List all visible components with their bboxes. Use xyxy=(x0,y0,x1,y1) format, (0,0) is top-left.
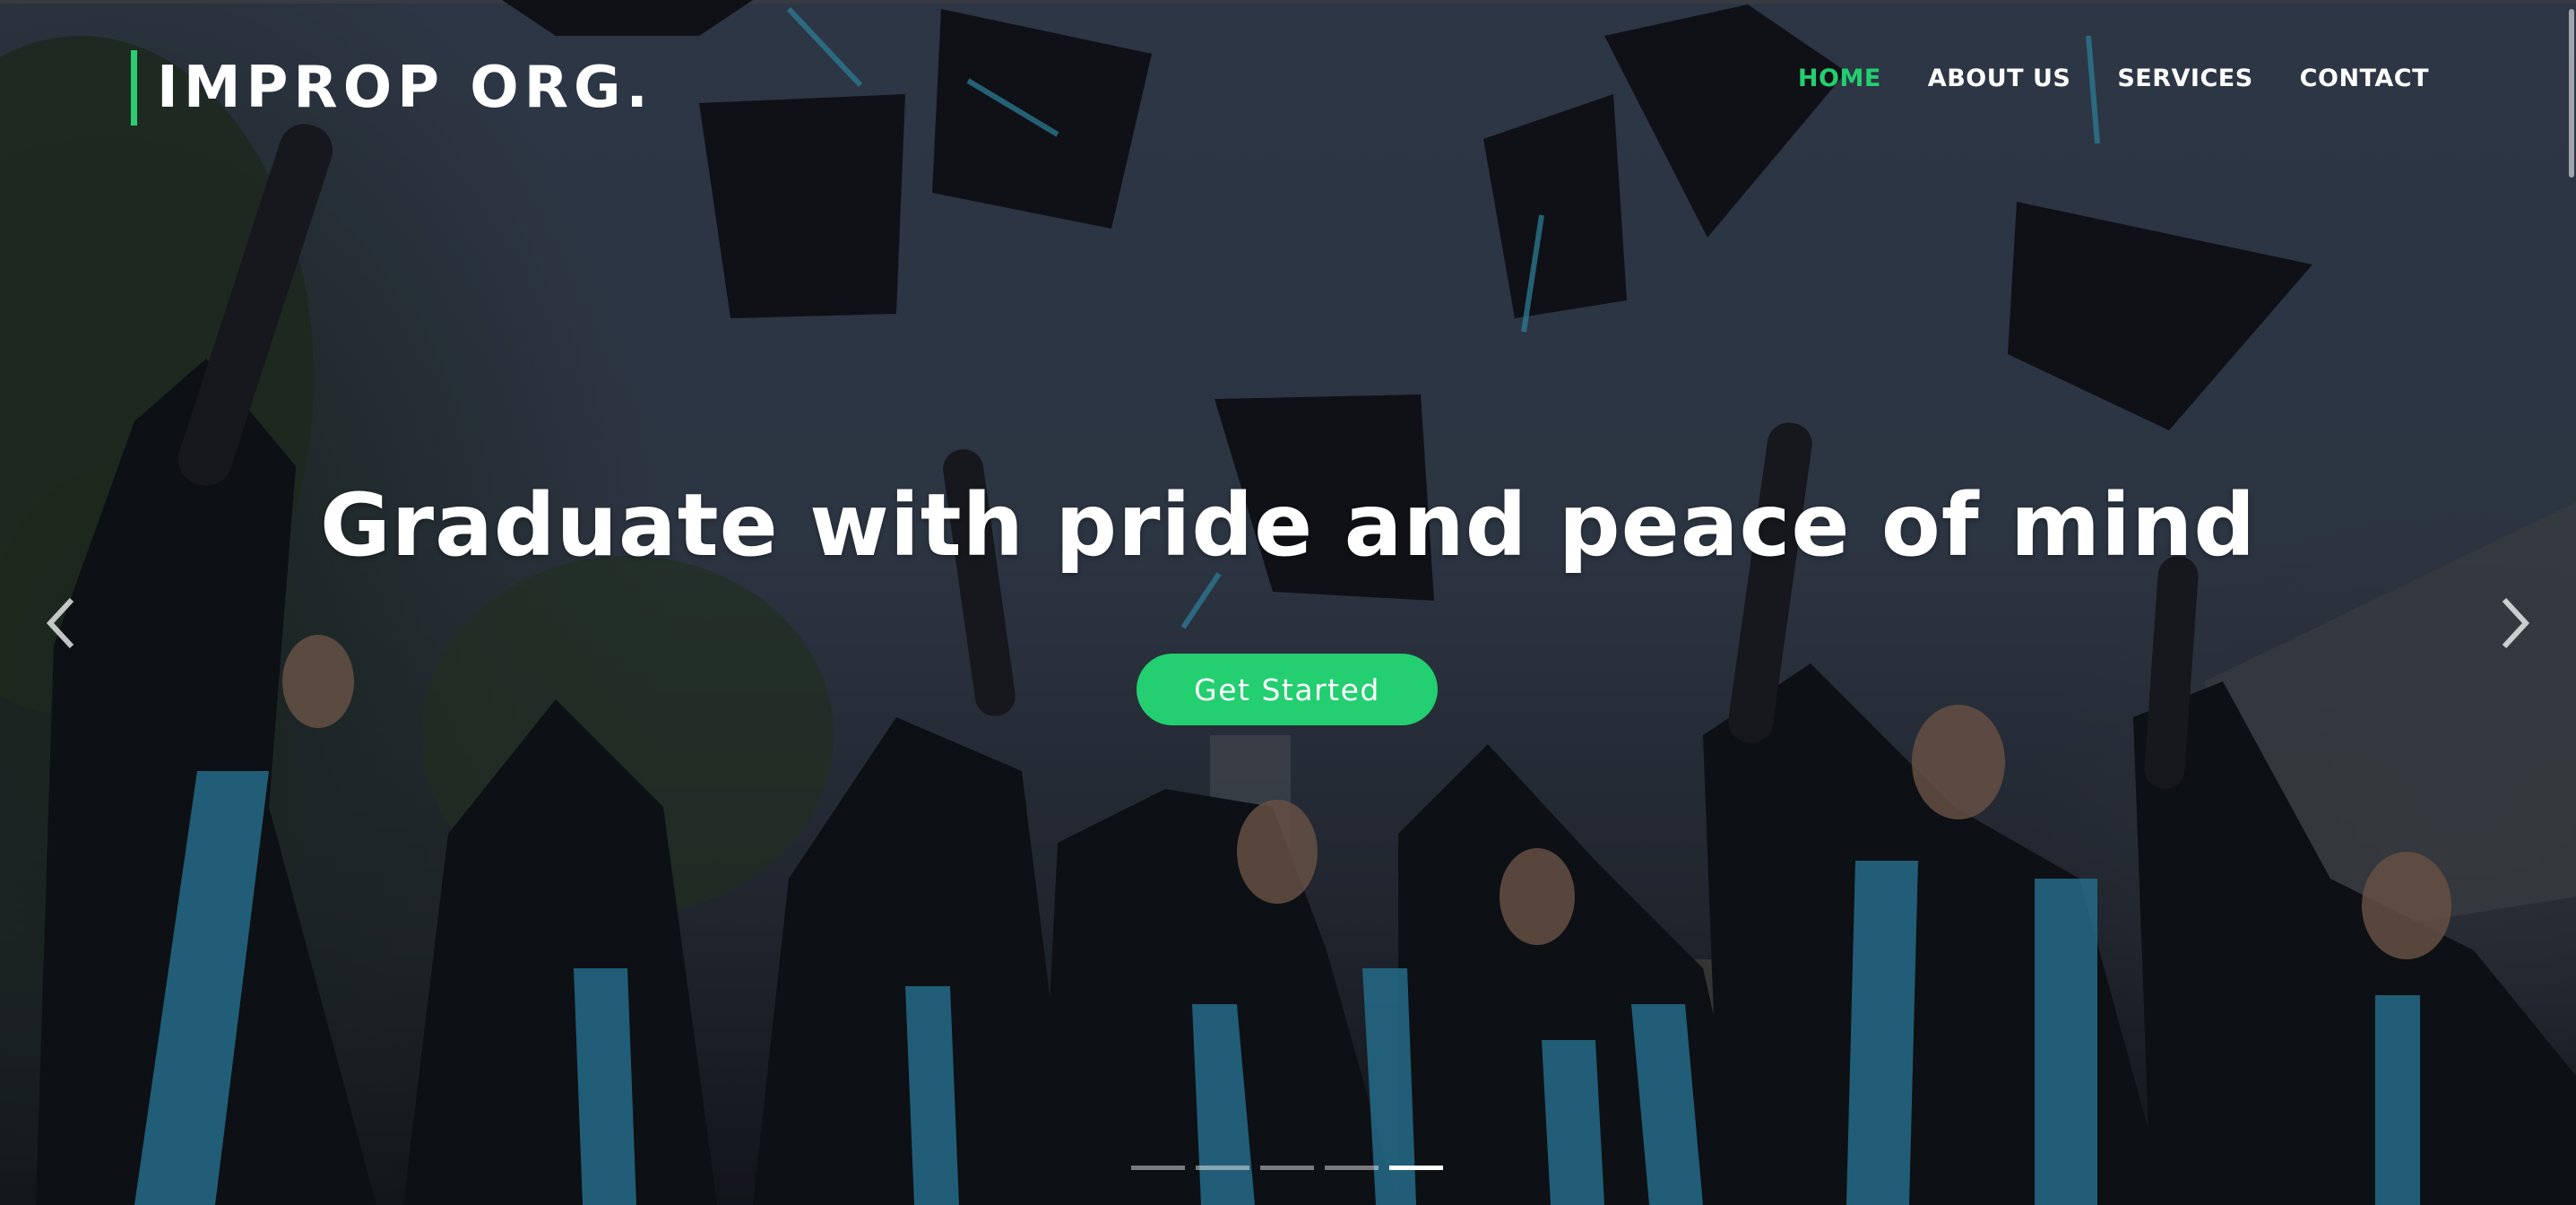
page-scrollbar[interactable] xyxy=(2569,9,2574,178)
hero-carousel: IMPROP ORG. HOME ABOUT US SERVICES CONTA… xyxy=(0,0,2576,1205)
nav-item-home[interactable]: HOME xyxy=(1798,65,1881,92)
carousel-indicator-5[interactable] xyxy=(1389,1166,1443,1170)
carousel-indicator-4[interactable] xyxy=(1325,1166,1379,1170)
nav-item-services[interactable]: SERVICES xyxy=(2117,65,2252,92)
carousel-indicator-3[interactable] xyxy=(1260,1166,1314,1170)
nav-item-about-us[interactable]: ABOUT US xyxy=(1928,65,2071,92)
carousel-next-button[interactable] xyxy=(2488,592,2542,655)
carousel-prev-button[interactable] xyxy=(34,592,88,655)
carousel-indicators xyxy=(1131,1166,1443,1170)
brand-logo-text: IMPROP ORG. xyxy=(157,55,653,121)
carousel-indicator-2[interactable] xyxy=(1196,1166,1249,1170)
hero-overlay xyxy=(0,0,2576,1205)
main-nav: HOME ABOUT US SERVICES CONTACT xyxy=(1798,65,2429,92)
nav-item-contact[interactable]: CONTACT xyxy=(2300,65,2429,92)
chevron-left-icon xyxy=(46,597,74,649)
carousel-indicator-1[interactable] xyxy=(1131,1166,1185,1170)
hero-headline: Graduate with pride and peace of mind xyxy=(319,475,2257,576)
chevron-right-icon xyxy=(2502,597,2530,649)
brand-logo[interactable]: IMPROP ORG. xyxy=(131,50,653,126)
get-started-button[interactable]: Get Started xyxy=(1137,654,1438,725)
